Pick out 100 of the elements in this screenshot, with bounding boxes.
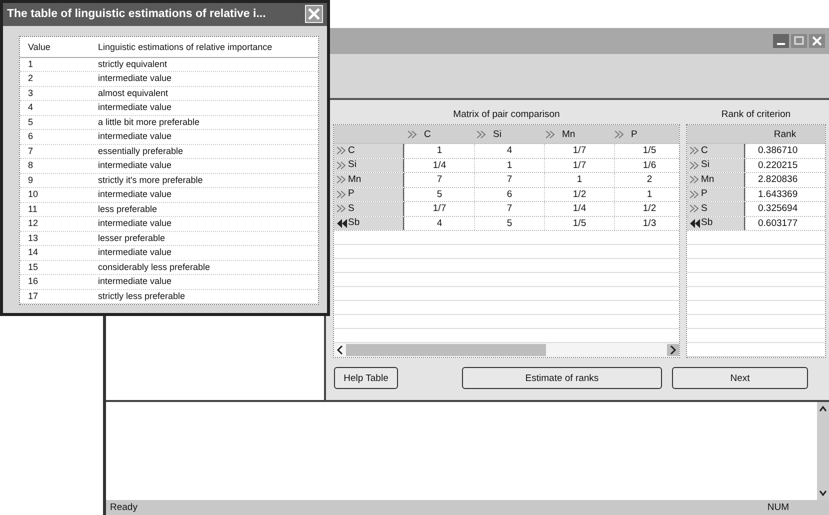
- table-cell: 1: [404, 144, 474, 158]
- window-title: The table of linguistic estimations of relative i...: [7, 8, 267, 20]
- table-cell: 1/4: [404, 158, 474, 172]
- column-header[interactable]: P: [611, 125, 679, 143]
- value-cell-text: 15: [27, 260, 40, 274]
- estimation-cell-text: intermediate value: [98, 246, 173, 259]
- estimation-cell-text: essentially preferable: [98, 144, 184, 158]
- table-cell: 7: [404, 173, 474, 186]
- estimate-button[interactable]: Estimate of ranks: [462, 367, 662, 389]
- close-icon[interactable]: [809, 34, 825, 48]
- value-cell-text: 2: [27, 72, 34, 85]
- row-header[interactable]: C: [687, 144, 745, 158]
- table-cell: 5: [474, 216, 544, 230]
- table-cell: 6: [474, 188, 544, 201]
- row-header[interactable]: Mn: [687, 173, 745, 186]
- column-header[interactable]: Value: [20, 38, 98, 56]
- value-cell-text: 6: [27, 130, 34, 143]
- maximize-icon[interactable]: [791, 34, 807, 48]
- next-button[interactable]: Next: [672, 367, 808, 389]
- value-cell-text: 8: [27, 159, 34, 172]
- estimation-cell-text: intermediate value: [98, 130, 173, 143]
- value-cell-text: 9: [27, 174, 34, 186]
- estimation-cell-text: intermediate value: [98, 72, 173, 85]
- estimation-cell-text: almost equivalent: [98, 86, 170, 100]
- table-cell: 0.220215: [745, 158, 825, 172]
- estimation-cell-text: strictly less preferable: [98, 290, 186, 303]
- value-cell-text: 4: [27, 101, 34, 114]
- column-marker-icon: [546, 130, 556, 138]
- scroll-up-icon[interactable]: [818, 404, 828, 414]
- value-cell-text: 5: [27, 116, 34, 128]
- row-header[interactable]: S: [334, 202, 404, 216]
- row-header[interactable]: P: [334, 188, 404, 201]
- horizontal-scrollbar[interactable]: [334, 343, 679, 357]
- value-cell-text: 13: [27, 232, 40, 244]
- column-header[interactable]: C: [404, 125, 473, 143]
- grid-caption: Rank of criterion: [721, 108, 791, 122]
- row-header[interactable]: S: [687, 202, 745, 216]
- column-header[interactable]: Si: [473, 125, 542, 143]
- value-cell-text: 16: [27, 275, 40, 288]
- value-cell-text: 7: [27, 144, 34, 158]
- column-marker-icon: [477, 130, 487, 138]
- estimation-cell-text: strictly it's more preferable: [98, 174, 204, 187]
- value-cell-text: 1: [27, 58, 34, 70]
- estimation-cell-text: intermediate value: [98, 275, 173, 288]
- table-cell: 1/5: [614, 144, 679, 158]
- table-cell: 0.603177: [745, 216, 825, 230]
- vertical-scrollbar[interactable]: [817, 402, 829, 500]
- table-cell: 1/5: [544, 216, 614, 230]
- row-marker-icon: [337, 190, 347, 199]
- value-cell-text: 17: [27, 290, 40, 302]
- estimation-cell-text: intermediate value: [98, 159, 173, 172]
- row-header[interactable]: Sb: [334, 216, 404, 230]
- table-cell: 1/7: [404, 202, 474, 216]
- row-marker-icon: [337, 218, 347, 228]
- row-header[interactable]: Sb: [687, 216, 745, 230]
- row-header[interactable]: Si: [687, 158, 745, 172]
- column-header[interactable]: Mn: [542, 125, 611, 143]
- row-marker-icon: [690, 146, 700, 156]
- table-cell: 2.820836: [745, 173, 825, 186]
- table-cell: 7: [474, 202, 544, 216]
- table-cell: 5: [404, 188, 474, 201]
- table-cell: 1: [544, 173, 614, 186]
- row-marker-icon: [690, 204, 700, 214]
- row-marker-icon: [337, 160, 347, 170]
- column-marker-icon: [408, 130, 418, 138]
- row-header[interactable]: P: [687, 188, 745, 201]
- help-table-button[interactable]: Help Table: [334, 367, 398, 389]
- value-cell-text: 14: [27, 246, 40, 259]
- table-cell: 4: [474, 144, 544, 158]
- table-cell: 7: [474, 173, 544, 186]
- row-header[interactable]: Mn: [334, 173, 404, 186]
- row-header[interactable]: Si: [334, 158, 404, 172]
- row-marker-icon: [337, 146, 347, 156]
- column-marker-icon: [615, 130, 625, 138]
- row-header[interactable]: C: [334, 144, 404, 158]
- row-marker-icon: [337, 175, 347, 184]
- table-cell: 2: [614, 173, 679, 186]
- status-text: Ready: [110, 500, 138, 514]
- column-header[interactable]: Linguistic estimations of relative importance: [98, 38, 318, 56]
- table-cell: 0.325694: [745, 202, 825, 216]
- row-marker-icon: [337, 204, 347, 214]
- close-icon[interactable]: [305, 5, 323, 24]
- estimation-cell-text: a little bit more preferable: [98, 116, 201, 129]
- row-marker-icon: [690, 160, 700, 170]
- table-cell: 1/6: [614, 158, 679, 172]
- row-marker-icon: [690, 175, 700, 184]
- value-cell-text: 12: [27, 217, 40, 230]
- minimize-icon[interactable]: [773, 34, 789, 48]
- estimation-cell-text: lesser preferable: [98, 232, 166, 245]
- table-cell: 4: [404, 216, 474, 230]
- table-cell: 0.386710: [745, 144, 825, 158]
- scroll-down-icon[interactable]: [818, 488, 828, 498]
- estimation-cell-text: considerably less preferable: [98, 260, 212, 274]
- grid-caption: Matrix of pair comparison: [453, 108, 560, 122]
- table-cell: 1/7: [544, 158, 614, 172]
- table-cell: 1/4: [544, 202, 614, 216]
- value-cell-text: 11: [27, 202, 38, 216]
- table-cell: 1/2: [544, 188, 614, 201]
- estimation-cell-text: intermediate value: [98, 101, 173, 114]
- value-cell-text: 10: [27, 188, 40, 201]
